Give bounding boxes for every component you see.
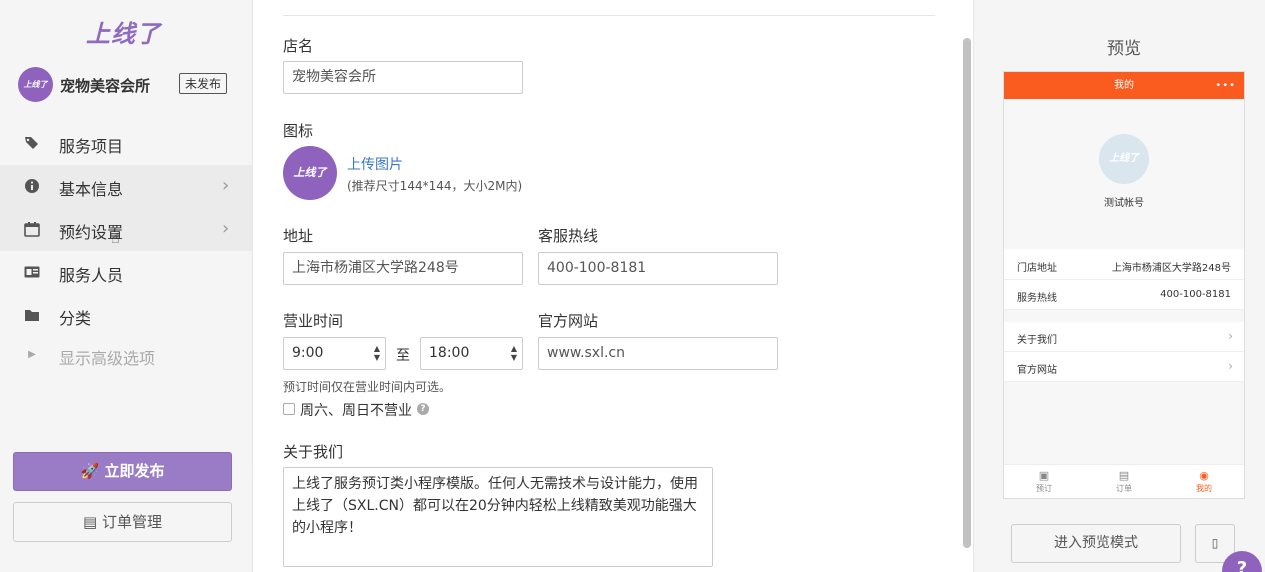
phone-tab-bar: ▣ 预订 ▤ 订单 ◉ 我的 (1004, 464, 1244, 498)
question-icon[interactable]: ? (417, 403, 429, 415)
sidebar-item-basic-info[interactable]: 基本信息 › (0, 165, 252, 208)
preview-title: 预览 (1107, 39, 1141, 59)
chevron-right-icon: › (222, 218, 230, 239)
orders-button[interactable]: ▤ 订单管理 (13, 502, 232, 542)
chevron-right-icon: › (222, 175, 230, 196)
hours-label: 营业时间 (283, 312, 344, 330)
hours-start-select[interactable]: 9:00 ▲ ▼ (283, 337, 386, 370)
main-form: 店名 宠物美容会所 图标 上线了 上传图片 (推荐尺寸144*144，大小2M内… (253, 0, 973, 572)
phone-account-name: 测试帐号 (1104, 198, 1144, 209)
hours-separator: 至 (396, 348, 410, 364)
sidebar-item-label: 基本信息 (59, 180, 124, 199)
hours-hint: 预订时间仅在营业时间内可选。 (283, 380, 452, 394)
booking-icon: ▣ (1038, 469, 1050, 482)
hotline-label: 客服热线 (538, 227, 599, 245)
address-input[interactable]: 上海市杨浦区大学路248号 (283, 252, 523, 285)
phone-profile: 上线了 测试帐号 (1004, 99, 1244, 249)
phone-preview: 我的 ••• 上线了 测试帐号 门店地址 上海市杨浦区大学路248号 服务热线 … (1003, 71, 1245, 499)
app-logo: 上线了 (86, 20, 161, 48)
store-header: 上线了 宠物美容会所 未发布 (18, 67, 233, 103)
about-textarea[interactable]: 上线了服务预订类小程序模版。任何人无需技术与设计能力，使用上线了（SXL.CN）… (283, 467, 713, 567)
phone-spacer (1004, 310, 1244, 322)
phone-tab-booking: ▣ 预订 (1004, 469, 1084, 494)
select-arrows-icon: ▲ ▼ (373, 344, 380, 362)
phone-row-hotline: 服务热线 400-100-8181 (1004, 280, 1244, 310)
sidebar-item-label: 分类 (59, 309, 92, 328)
status-badge: 未发布 (179, 73, 228, 94)
list-icon: ▤ (83, 513, 98, 531)
sidebar-item-label: 服务人员 (59, 266, 124, 285)
select-arrows-icon: ▲ ▼ (510, 344, 517, 362)
phone-nav-bar: 我的 ••• (1004, 72, 1244, 99)
store-icon-image: 上线了 (283, 146, 337, 200)
about-label: 关于我们 (283, 443, 344, 461)
upload-hint: (推荐尺寸144*144，大小2M内) (347, 179, 523, 193)
info-icon (24, 178, 40, 194)
folder-icon (24, 307, 40, 323)
phone-avatar: 上线了 (1099, 134, 1149, 184)
hours-end-select[interactable]: 18:00 ▲ ▼ (420, 337, 523, 370)
hotline-input[interactable]: 400-100-8181 (538, 252, 778, 285)
chevron-right-icon: › (1228, 359, 1233, 373)
orders-icon: ▤ (1118, 469, 1130, 482)
preview-panel: 预览 我的 ••• 上线了 测试帐号 门店地址 上海市杨浦区大学路248号 服务… (973, 0, 1265, 572)
store-name: 宠物美容会所 (60, 77, 151, 95)
sidebar-item-label: 显示高级选项 (59, 349, 156, 368)
sidebar-item-booking-settings[interactable]: 预约设置 › (0, 208, 252, 251)
divider (283, 15, 935, 16)
upload-image-link[interactable]: 上传图片 (347, 154, 403, 174)
caret-right-icon: ▶ (28, 349, 36, 360)
sidebar-item-staff[interactable]: 服务人员 (0, 251, 252, 294)
user-icon: ◉ (1199, 469, 1209, 482)
more-icon: ••• (1215, 80, 1236, 91)
phone-tab-mine: ◉ 我的 (1164, 469, 1244, 494)
store-avatar: 上线了 (18, 67, 53, 102)
sidebar-item-services[interactable]: 服务项目 (0, 122, 252, 165)
weekend-closed-checkbox[interactable] (283, 403, 295, 415)
sidebar: 上线了 上线了 宠物美容会所 未发布 服务项目 基本信息 › 预约设置 › 服务… (0, 0, 253, 572)
phone-empty-area (1004, 382, 1244, 464)
sidebar-item-advanced-options[interactable]: ▶ 显示高级选项 (0, 334, 252, 377)
hand-cursor-icon: ☝ (111, 231, 120, 247)
calendar-icon (24, 221, 40, 237)
website-label: 官方网站 (538, 312, 599, 330)
scrollbar[interactable] (963, 38, 971, 548)
chevron-right-icon: › (1228, 329, 1233, 343)
weekend-closed-label: 周六、周日不营业 (300, 403, 412, 419)
id-card-icon (24, 264, 40, 280)
store-name-input[interactable]: 宠物美容会所 (283, 61, 523, 94)
address-label: 地址 (283, 227, 314, 245)
sidebar-item-label: 服务项目 (59, 137, 124, 156)
phone-row-website: 官方网站 › (1004, 352, 1244, 382)
phone-tab-orders: ▤ 订单 (1084, 469, 1164, 494)
icon-label: 图标 (283, 122, 314, 140)
tags-icon (24, 135, 40, 151)
publish-button[interactable]: 🚀 立即发布 (13, 452, 232, 491)
phone-row-about: 关于我们 › (1004, 322, 1244, 352)
phone-row-address: 门店地址 上海市杨浦区大学路248号 (1004, 250, 1244, 280)
website-input[interactable]: www.sxl.cn (538, 337, 778, 370)
rocket-icon: 🚀 (80, 462, 100, 480)
preview-mode-button[interactable]: 进入预览模式 (1011, 524, 1181, 563)
store-name-label: 店名 (283, 37, 314, 55)
sidebar-item-categories[interactable]: 分类 (0, 294, 252, 337)
mobile-icon: ▯ (1211, 536, 1219, 550)
